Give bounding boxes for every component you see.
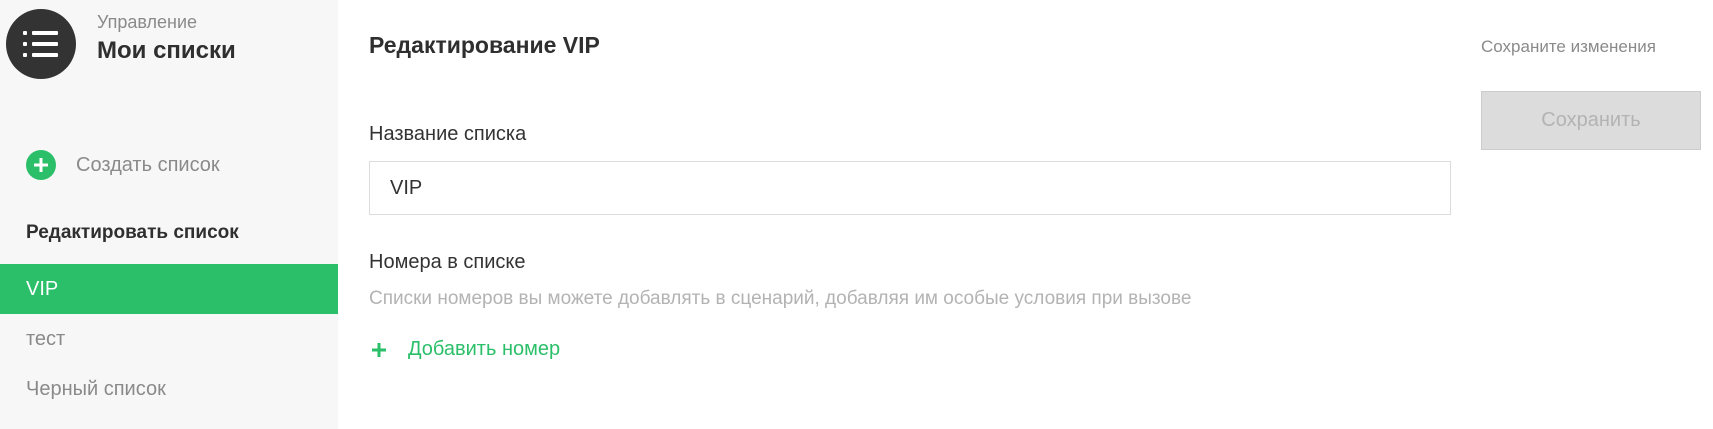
sidebar: Управление Мои списки Создать список Ред… — [0, 0, 338, 429]
list-item-vip[interactable]: VIP — [0, 264, 338, 314]
add-number-label: Добавить номер — [408, 338, 561, 360]
plus-icon — [372, 343, 386, 357]
list-item-blacklist[interactable]: Черный список — [0, 364, 338, 414]
numbers-hint: Списки номеров вы можете добавлять в сце… — [369, 288, 1192, 309]
list-item-test[interactable]: тест — [0, 314, 338, 364]
menu-button[interactable] — [6, 9, 76, 79]
add-number-button[interactable]: Добавить номер — [372, 338, 560, 361]
page-title: Мои списки — [97, 37, 236, 64]
create-list-button[interactable]: Создать список — [26, 150, 220, 180]
plus-circle-icon — [26, 150, 56, 180]
list-name-input[interactable] — [369, 161, 1451, 215]
list-name-label: Название списка — [369, 123, 527, 145]
save-hint: Сохраните изменения — [1481, 37, 1656, 56]
edit-section-label: Редактировать список — [26, 222, 239, 243]
create-list-label: Создать список — [76, 153, 220, 176]
editor-title: Редактирование VIP — [369, 32, 600, 58]
save-button[interactable]: Сохранить — [1481, 91, 1701, 150]
numbers-label: Номера в списке — [369, 251, 526, 273]
header-subtitle: Управление — [97, 12, 198, 32]
